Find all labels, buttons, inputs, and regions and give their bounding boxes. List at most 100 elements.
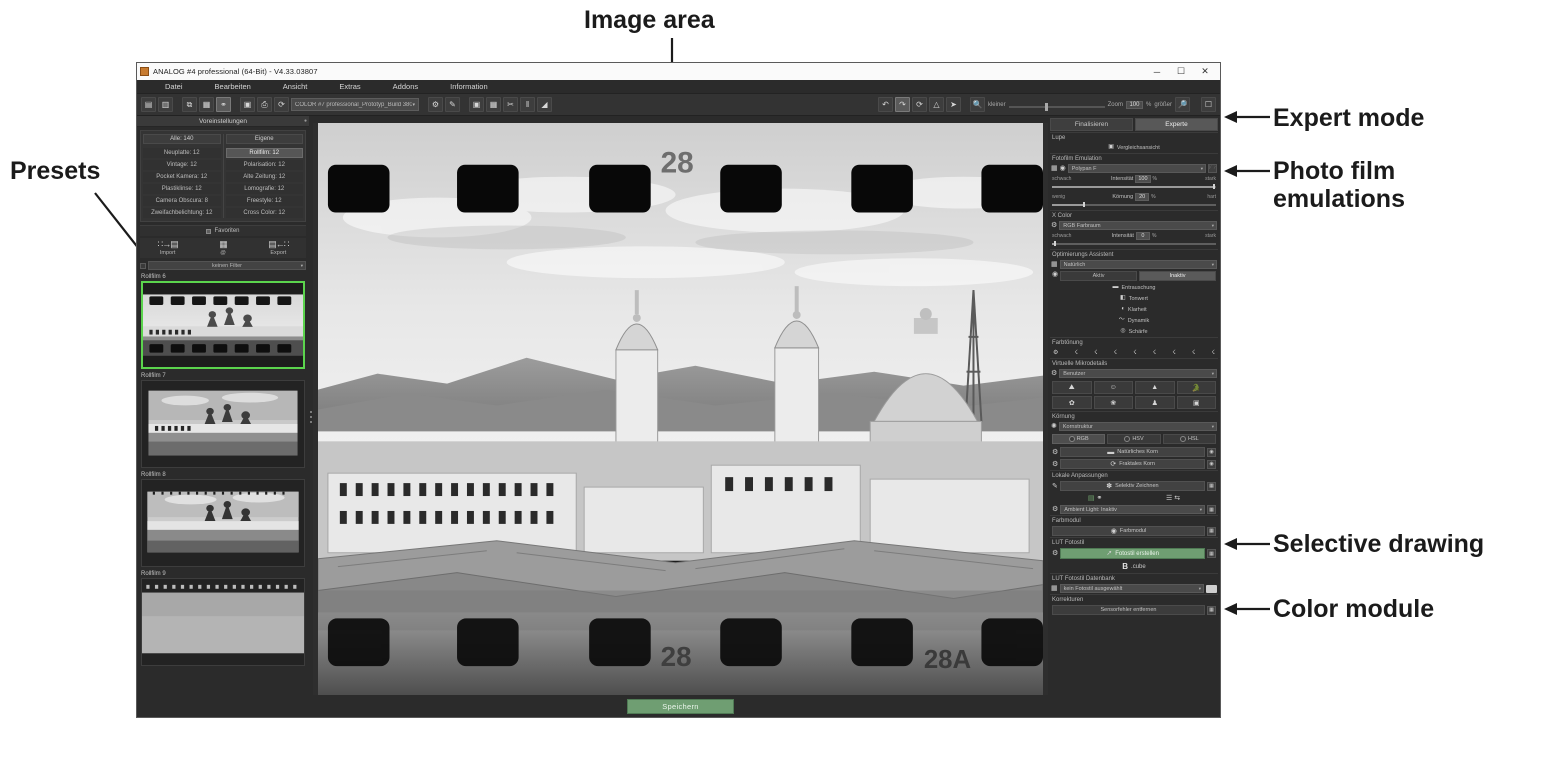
lut-options-icon[interactable]: ▦ xyxy=(1207,549,1216,558)
grain-mode-hsl[interactable]: HSL xyxy=(1163,434,1216,444)
fit-to-screen-icon[interactable]: ☐ xyxy=(1201,97,1216,112)
optimizer-item-entrauschung[interactable]: ▬ Entrauschung xyxy=(1050,282,1218,293)
selective-draw-options-icon[interactable]: ▦ xyxy=(1207,482,1216,491)
x-color-combo[interactable]: RGB Farbraum ▾ xyxy=(1059,221,1217,230)
optimizer-inactive-button[interactable]: Inaktiv xyxy=(1139,271,1216,281)
save-button[interactable]: Speichern xyxy=(627,699,733,714)
open-icon[interactable]: ▥ xyxy=(158,97,173,112)
mask-icon[interactable]: ⚭ xyxy=(1096,494,1102,502)
ambient-light-icon[interactable]: ⚙ xyxy=(1052,506,1058,513)
list-item[interactable]: Rollfilm 9 xyxy=(139,570,307,666)
category-eigene[interactable]: Eigene xyxy=(226,134,304,144)
tint-none-icon[interactable]: ⚙ xyxy=(1053,349,1058,356)
tint-8-icon[interactable]: ☇ xyxy=(1211,349,1214,356)
tint-4-icon[interactable]: ☇ xyxy=(1133,349,1136,356)
film-grain-slider[interactable]: wenig Körnung 20 % hart xyxy=(1050,192,1218,210)
profile-combo[interactable]: COLOR #7 professional_Prototyp_Build 380… xyxy=(291,98,419,111)
new-icon[interactable]: ▤ xyxy=(141,97,156,112)
lut-db-combo[interactable]: kein Fotostil ausgewählt ▾ xyxy=(1060,584,1204,593)
preset-thumbnail[interactable] xyxy=(141,578,305,666)
color-space-icon[interactable]: ⚙ xyxy=(1051,222,1057,229)
rotate-icon[interactable]: ⟳ xyxy=(912,97,927,112)
redo-icon[interactable]: ↷ xyxy=(895,97,910,112)
favorites-row[interactable]: Favoriten xyxy=(140,225,306,236)
tint-1-icon[interactable]: ☇ xyxy=(1075,349,1078,356)
batch-icon[interactable]: ▦ xyxy=(199,97,214,112)
lut-grid-icon[interactable]: ▦ xyxy=(1051,585,1058,592)
zoom-in-icon[interactable]: 🔎 xyxy=(1175,97,1190,112)
animal-icon[interactable]: 🐊 xyxy=(1177,381,1217,394)
folder-icon[interactable] xyxy=(1206,585,1217,593)
color-module-button[interactable]: ◉ Farbmodul xyxy=(1052,526,1205,536)
category-zweifachbelichtung[interactable]: Zweifachbelichtung: 12 xyxy=(143,208,221,218)
layer-icon[interactable]: ▤ xyxy=(1088,494,1095,502)
list-item[interactable]: Rollfilm 6 xyxy=(139,273,307,369)
category-neuplatte[interactable]: Neuplatte: 12 xyxy=(143,148,221,158)
slider-value[interactable]: 20 xyxy=(1135,193,1149,201)
menu-information[interactable]: Information xyxy=(434,82,504,91)
zoom-slider[interactable] xyxy=(1009,100,1105,110)
category-all[interactable]: Alle: 140 xyxy=(143,134,221,144)
cursor-icon[interactable]: ➤ xyxy=(946,97,961,112)
natural-grain-options-icon[interactable]: ◉ xyxy=(1207,448,1216,457)
color-module-options-icon[interactable]: ▦ xyxy=(1207,527,1216,536)
zoom-value[interactable]: 100 xyxy=(1126,101,1143,109)
category-freestyle[interactable]: Freestyle: 12 xyxy=(226,196,304,206)
grain-mode-hsv[interactable]: HSV xyxy=(1107,434,1160,444)
image-canvas[interactable]: 28 xyxy=(318,123,1043,695)
compare-icon[interactable]: ▣ xyxy=(469,97,484,112)
swap-icon[interactable]: ⇆ xyxy=(1174,494,1180,502)
grain-mode-rgb[interactable]: RGB xyxy=(1052,434,1105,444)
optimizer-item-dynamik[interactable]: 〜 Dynamik xyxy=(1050,315,1218,326)
category-vintage[interactable]: Vintage: 12 xyxy=(143,160,221,170)
fractal-grain-options-icon[interactable]: ◉ xyxy=(1207,460,1216,469)
selective-draw-button[interactable]: ✽ Selektiv Zeichnen xyxy=(1060,481,1205,491)
slider-value[interactable]: 100 xyxy=(1135,175,1150,183)
optimizer-grid-icon[interactable]: ▦ xyxy=(1051,261,1058,268)
menu-datei[interactable]: Datei xyxy=(149,82,199,91)
cube-row[interactable]: B .cube xyxy=(1050,560,1218,573)
mountain-icon[interactable]: ▲ xyxy=(1135,381,1175,394)
remove-sensor-errors-button[interactable]: Sensorfehler entfernen xyxy=(1052,605,1205,615)
grain-icon[interactable]: ✺ xyxy=(1051,423,1057,430)
filter-toggle-icon[interactable] xyxy=(140,263,146,269)
tint-6-icon[interactable]: ☇ xyxy=(1172,349,1175,356)
portrait-icon[interactable]: ☺ xyxy=(1094,381,1134,394)
ruler-icon[interactable]: ‖ xyxy=(520,97,535,112)
create-lut-button[interactable]: ➚ Fotostil erstellen xyxy=(1060,548,1205,559)
minimize-button[interactable]: ─ xyxy=(1145,63,1169,80)
preset-settings-button[interactable]: ▦ @ xyxy=(195,240,250,256)
tab-experte[interactable]: Experte xyxy=(1135,118,1218,131)
link-icon[interactable]: ⚭ xyxy=(216,97,231,112)
zoom-out-icon[interactable]: 🔍 xyxy=(970,97,985,112)
brush-icon[interactable]: ✎ xyxy=(445,97,460,112)
micro-settings-icon[interactable]: ⚙ xyxy=(1051,370,1057,377)
category-camera-obscura[interactable]: Camera Obscura: 8 xyxy=(143,196,221,206)
save-icon[interactable]: ▣ xyxy=(240,97,255,112)
optimizer-item-klarheit[interactable]: ◐ Klarheit xyxy=(1050,304,1218,315)
category-cross-color[interactable]: Cross Color: 12 xyxy=(226,208,304,218)
lut-settings-icon[interactable]: ⚙ xyxy=(1052,550,1058,557)
micro-details-combo[interactable]: Benutzer ▾ xyxy=(1059,369,1217,378)
list-item[interactable]: Rollfilm 8 xyxy=(139,471,307,567)
fractal-preview-icon[interactable]: ⚙ xyxy=(1052,461,1058,468)
tint-5-icon[interactable]: ☇ xyxy=(1153,349,1156,356)
settings-icon[interactable]: ⚙ xyxy=(428,97,443,112)
menu-addons[interactable]: Addons xyxy=(377,82,434,91)
list-icon[interactable]: ☰ xyxy=(1166,494,1172,502)
optimizer-item-schaerfe[interactable]: ◎ Schärfe xyxy=(1050,326,1218,337)
ambient-light-options-icon[interactable]: ▦ xyxy=(1207,505,1216,514)
natural-grain-button[interactable]: ▬ Natürliches Korn xyxy=(1060,447,1205,457)
close-button[interactable]: ✕ xyxy=(1193,63,1217,80)
preset-thumbnail[interactable] xyxy=(141,380,305,468)
list-item[interactable]: Rollfilm 7 xyxy=(139,372,307,468)
pen-icon[interactable]: ✎ xyxy=(1052,483,1058,490)
gallery-icon[interactable]: ▦ xyxy=(486,97,501,112)
undo-icon[interactable]: ↶ xyxy=(878,97,893,112)
menu-bearbeiten[interactable]: Bearbeiten xyxy=(199,82,267,91)
film-grid-icon[interactable]: ▦ xyxy=(1051,165,1058,172)
film-preset-combo[interactable]: Polypan F ▾ xyxy=(1068,164,1206,173)
category-alte-zeitung[interactable]: Alte Zeitung: 12 xyxy=(226,172,304,182)
favorites-checkbox[interactable] xyxy=(206,229,211,234)
menu-ansicht[interactable]: Ansicht xyxy=(267,82,324,91)
